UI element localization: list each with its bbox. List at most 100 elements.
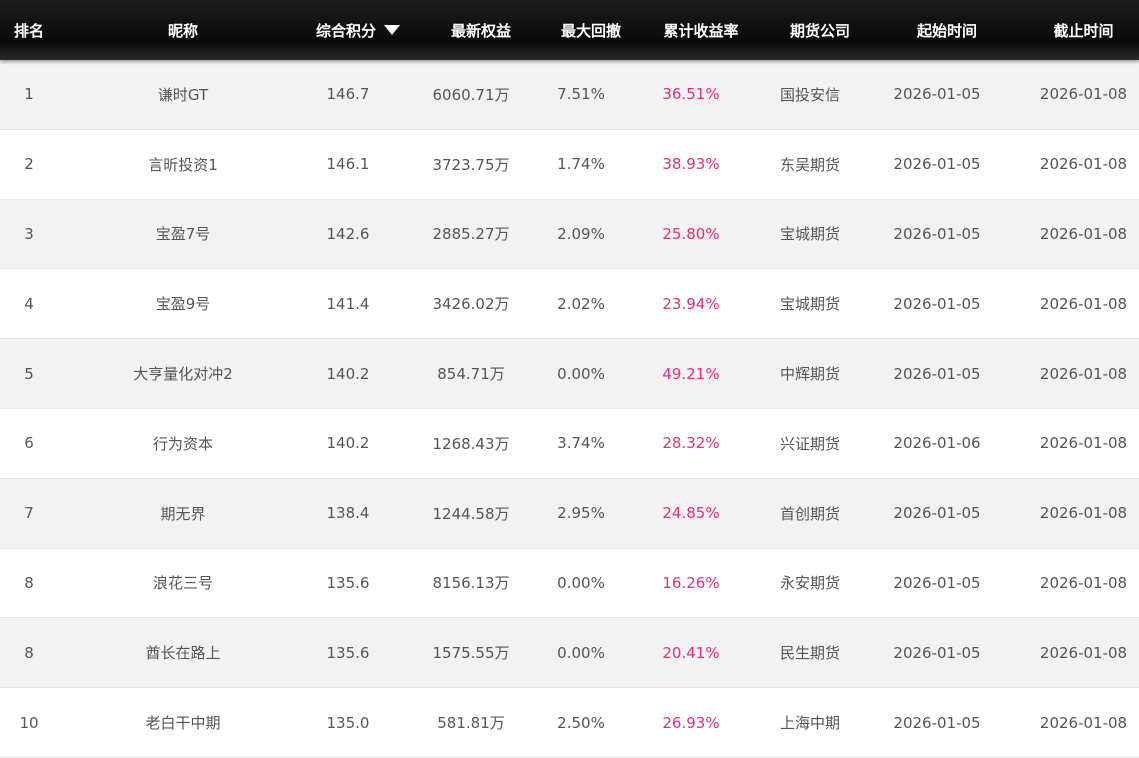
cell-equity: 854.71万: [437, 365, 505, 384]
cell-return-rate: 49.21%: [662, 364, 720, 383]
cell-equity: 581.81万: [437, 714, 505, 733]
cell-return-rate: 16.26%: [662, 573, 720, 592]
cell-nickname: 期无界: [160, 504, 206, 523]
cell-broker: 东吴期货: [779, 155, 840, 174]
table-row[interactable]: 1 谦时GT 146.7 6060.71万 7.51% 36.51% 国投安信 2026-01…: [0, 60, 1139, 130]
cell-equity: 1268.43万: [432, 434, 510, 453]
cell-drawdown: 0.00%: [557, 573, 605, 592]
cell-return-rate: 26.93%: [662, 713, 720, 732]
cell-start-time: 2026-01-05: [893, 713, 981, 732]
cell-equity: 3723.75万: [432, 155, 510, 174]
cell-return-rate: 38.93%: [662, 155, 720, 174]
cell-end-time: 2026-01-08: [1039, 294, 1128, 313]
cell-nickname: 宝盈7号: [155, 225, 211, 244]
cell-return-rate: 28.32%: [662, 434, 720, 453]
cell-end-time: 2026-01-08: [1039, 573, 1128, 592]
cell-rank: 6: [24, 434, 34, 453]
table-row[interactable]: 6 行为资本 140.2 1268.43万 3.74% 28.32% 兴证期货 2026-01…: [0, 408, 1139, 479]
cell-start-time: 2026-01-05: [893, 364, 981, 383]
cell-equity: 8156.13万: [432, 574, 510, 593]
cell-return-rate: 36.51%: [662, 85, 720, 104]
caret-down-icon[interactable]: [384, 25, 400, 35]
table-row[interactable]: 4 宝盈9号 141.4 3426.02万 2.02% 23.94% 宝城期货 2026-01…: [0, 269, 1139, 340]
cell-score: 135.6: [326, 573, 370, 592]
cell-start-time: 2026-01-05: [893, 643, 981, 662]
table-row[interactable]: 5 大亨量化对冲2 140.2 854.71万 0.00% 49.21% 中辉期货 2026-…: [0, 339, 1139, 409]
cell-rank: 3: [24, 224, 34, 243]
cell-score: 138.4: [326, 504, 370, 523]
cell-drawdown: 0.00%: [557, 364, 605, 383]
cell-score: 146.7: [326, 85, 370, 104]
cell-nickname: 大亨量化对冲2: [133, 365, 233, 384]
header-rank[interactable]: 排名: [0, 0, 58, 60]
cell-broker: 永安期货: [779, 574, 840, 593]
cell-nickname: 老白干中期: [145, 714, 221, 733]
cell-drawdown: 0.00%: [557, 643, 605, 662]
table-row[interactable]: 8 酋长在路上 135.6 1575.55万 0.00% 20.41% 民生期货 2026-0…: [0, 618, 1139, 689]
cell-start-time: 2026-01-05: [893, 504, 981, 523]
cell-nickname: 谦时GT: [157, 85, 209, 104]
cell-rank: 2: [24, 155, 34, 174]
cell-rank: 5: [24, 364, 34, 383]
cell-rank: 8: [24, 573, 34, 592]
cell-score: 140.2: [326, 434, 370, 453]
cell-broker: 首创期货: [779, 504, 840, 523]
header-score[interactable]: 综合积分: [308, 0, 408, 60]
cell-end-time: 2026-01-08: [1039, 713, 1128, 732]
cell-drawdown: 2.09%: [557, 224, 605, 243]
cell-score: 142.6: [326, 224, 370, 243]
table-row[interactable]: 7 期无界 138.4 1244.58万 2.95% 24.85% 首创期货 2026-01-…: [0, 478, 1139, 549]
cell-start-time: 2026-01-06: [893, 434, 981, 453]
table-row[interactable]: 3 宝盈7号 142.6 2885.27万 2.09% 25.80% 宝城期货 2026-01…: [0, 199, 1139, 270]
cell-nickname: 言昕投资1: [148, 155, 218, 174]
cell-drawdown: 2.02%: [557, 294, 605, 313]
table-row[interactable]: 2 言昕投资1 146.1 3723.75万 1.74% 38.93% 东吴期货 2026-0…: [0, 129, 1139, 200]
header-drawdown[interactable]: 最大回撤: [554, 0, 628, 60]
cell-broker: 宝城期货: [779, 225, 840, 244]
cell-score: 146.1: [326, 155, 370, 174]
table-row[interactable]: 10 老白干中期 135.0 581.81万 2.50% 26.93% 上海中期 2026-0…: [0, 688, 1139, 758]
header-nickname[interactable]: 昵称: [58, 0, 308, 60]
cell-rank: 7: [24, 504, 34, 523]
cell-start-time: 2026-01-05: [893, 573, 981, 592]
cell-start-time: 2026-01-05: [893, 224, 981, 243]
cell-end-time: 2026-01-08: [1039, 85, 1128, 104]
cell-broker: 宝城期货: [779, 295, 840, 314]
cell-score: 135.0: [326, 713, 370, 732]
header-start-time[interactable]: 起始时间: [866, 0, 1028, 60]
cell-return-rate: 23.94%: [662, 294, 720, 313]
cell-end-time: 2026-01-08: [1039, 434, 1128, 453]
header-broker[interactable]: 期货公司: [774, 0, 866, 60]
cell-broker: 上海中期: [779, 714, 840, 733]
cell-return-rate: 25.80%: [662, 224, 720, 243]
cell-broker: 民生期货: [779, 644, 840, 663]
cell-start-time: 2026-01-05: [893, 85, 981, 104]
cell-end-time: 2026-01-08: [1039, 224, 1128, 243]
cell-rank: 8: [24, 643, 34, 662]
table-body: 1 谦时GT 146.7 6060.71万 7.51% 36.51% 国投安信 2026-01…: [0, 60, 1139, 758]
cell-nickname: 酋长在路上: [145, 644, 221, 663]
cell-score: 141.4: [326, 294, 370, 313]
cell-equity: 6060.71万: [432, 85, 510, 104]
table-header: 排名 昵称 综合积分 最新权益 最大回撤 累计收益率 期货公司 起始时间 截止时…: [0, 0, 1139, 60]
header-equity[interactable]: 最新权益: [408, 0, 554, 60]
cell-return-rate: 24.85%: [662, 504, 720, 523]
cell-end-time: 2026-01-08: [1039, 364, 1128, 383]
cell-broker: 中辉期货: [779, 365, 840, 384]
cell-broker: 国投安信: [779, 85, 840, 104]
header-end-time[interactable]: 截止时间: [1028, 0, 1139, 60]
cell-broker: 兴证期货: [779, 434, 840, 453]
table-row[interactable]: 8 浪花三号 135.6 8156.13万 0.00% 16.26% 永安期货 2026-01…: [0, 548, 1139, 619]
header-score-label: 综合积分: [315, 21, 376, 40]
cell-drawdown: 2.50%: [557, 713, 605, 732]
cell-start-time: 2026-01-05: [893, 294, 981, 313]
cell-equity: 2885.27万: [432, 225, 510, 244]
cell-return-rate: 20.41%: [662, 643, 720, 662]
header-return-rate[interactable]: 累计收益率: [628, 0, 774, 60]
cell-drawdown: 7.51%: [557, 85, 605, 104]
cell-equity: 1244.58万: [432, 504, 510, 523]
cell-score: 135.6: [326, 643, 370, 662]
cell-rank: 1: [24, 85, 34, 104]
cell-score: 140.2: [326, 364, 370, 383]
cell-nickname: 行为资本: [152, 434, 213, 453]
